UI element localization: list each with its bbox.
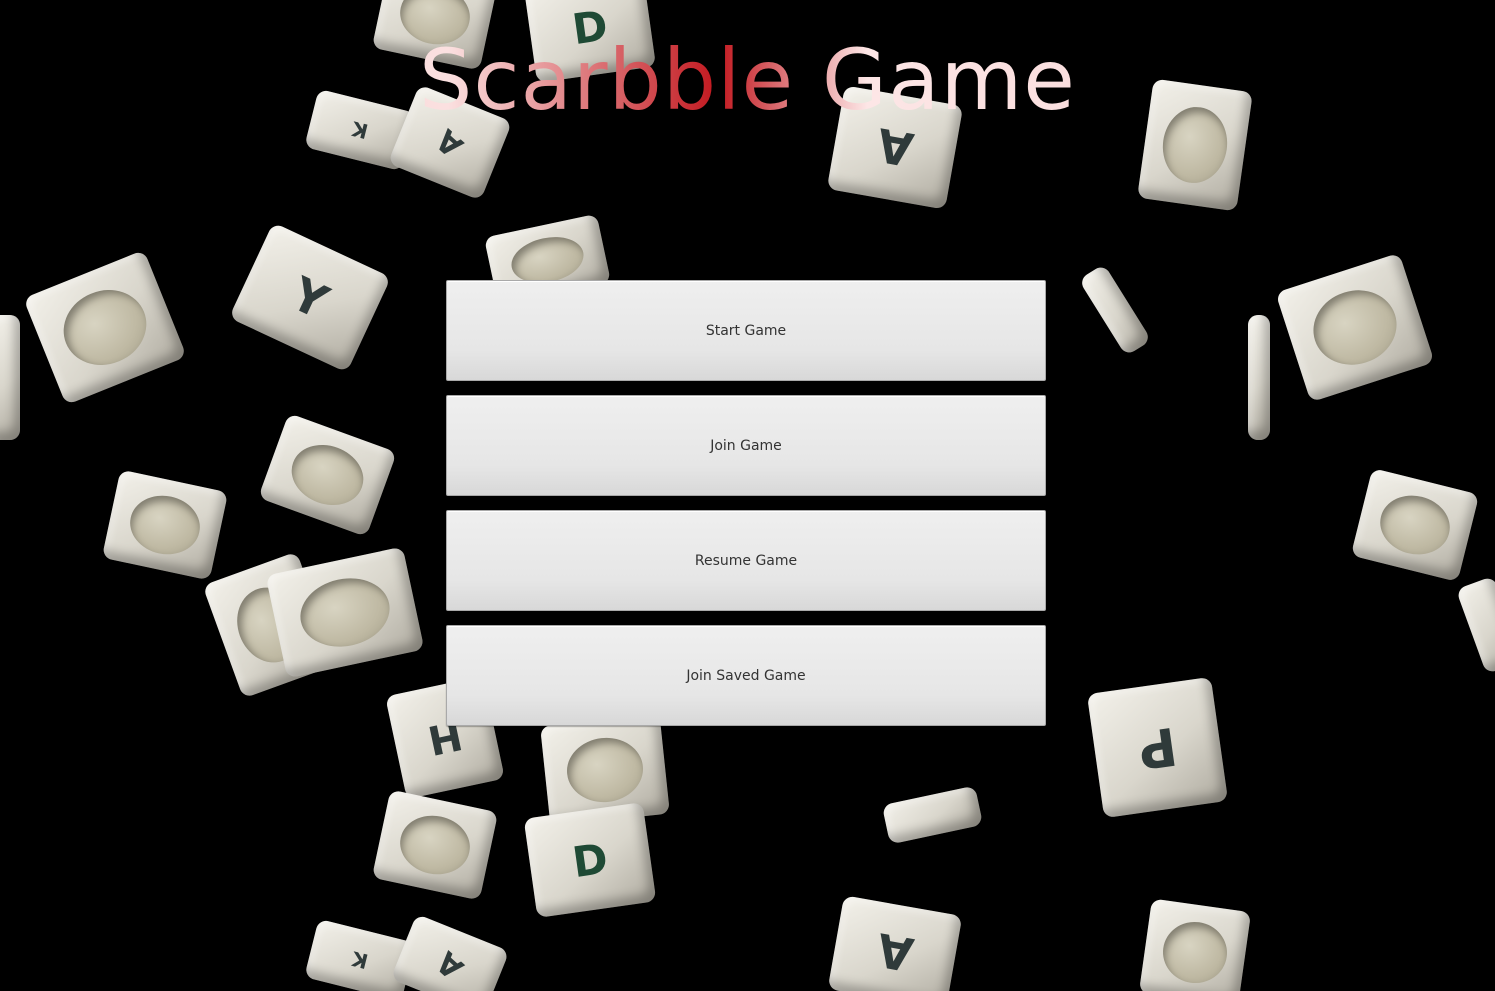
tile-image <box>23 249 187 406</box>
tile-letter-p-icon: P <box>1134 715 1181 780</box>
start-game-button[interactable]: Start Game <box>446 280 1046 381</box>
tile-image <box>1275 252 1435 403</box>
tile-image <box>0 315 20 440</box>
tile-letter-y-icon: Y <box>283 265 337 330</box>
join-game-button[interactable]: Join Game <box>446 395 1046 496</box>
tile-image <box>1350 468 1480 582</box>
tile-letter-a-icon: A <box>429 944 471 986</box>
main-screen: D K A A Y H P D K A A Scarbble Game Star… <box>0 0 1495 991</box>
resume-game-button[interactable]: Resume Game <box>446 510 1046 611</box>
game-title: Scarbble Game <box>0 26 1495 134</box>
join-saved-game-button[interactable]: Join Saved Game <box>446 625 1046 726</box>
tile-image <box>1455 575 1495 675</box>
tile-letter-a-icon: A <box>872 922 918 983</box>
tile-image <box>1248 315 1270 440</box>
tile-image: A <box>390 913 510 991</box>
tile-image <box>1138 898 1252 991</box>
tile-image <box>1078 263 1152 357</box>
tile-image: A <box>827 895 963 991</box>
tile-image: P <box>1086 676 1229 819</box>
tile-image: Y <box>228 222 392 373</box>
tile-image: D <box>523 802 657 918</box>
tile-image <box>371 789 499 901</box>
tile-image <box>258 413 397 537</box>
main-menu: Start Game Join Game Resume Game Join Sa… <box>446 280 1046 726</box>
tile-image <box>881 785 984 845</box>
tile-image <box>101 469 229 581</box>
tile-letter-d-icon: D <box>569 833 611 887</box>
